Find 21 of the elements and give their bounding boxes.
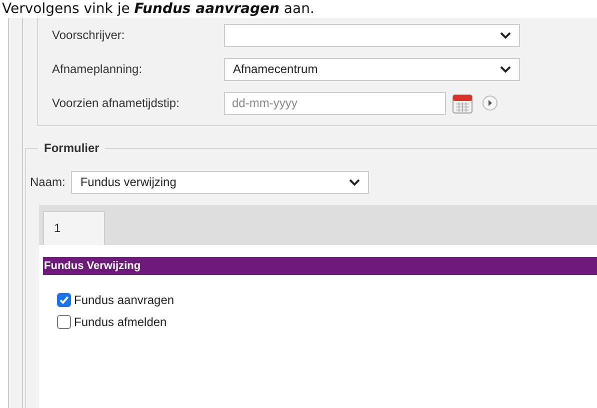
select-field[interactable]: Afnamecentrum <box>224 58 520 80</box>
select-field[interactable]: Fundus verwijzing <box>71 170 370 194</box>
checkbox-label: Fundus aanvragen <box>74 293 174 307</box>
field-label: Voorzien afnametijdstip: <box>52 96 180 110</box>
date-field[interactable]: dd-mm-yyyy <box>224 92 446 114</box>
select-field[interactable] <box>224 24 520 46</box>
checkbox-label: Fundus afmelden <box>74 315 167 329</box>
chevron-down-icon <box>500 66 511 72</box>
field-label: Afnameplanning: <box>52 62 144 76</box>
chevron-down-icon <box>349 178 360 186</box>
field-label: Voorschrijver: <box>52 28 126 42</box>
chevron-down-icon <box>500 32 511 38</box>
fieldset-legend: Formulier <box>38 141 106 155</box>
play-circle-icon[interactable] <box>482 95 498 111</box>
field-label: Naam: <box>30 175 66 189</box>
calendar-icon[interactable] <box>452 92 473 114</box>
checkbox[interactable] <box>57 315 71 329</box>
tab[interactable]: 1 <box>43 211 105 245</box>
section-header: Fundus Verwijzing <box>43 257 597 275</box>
checkbox[interactable] <box>57 293 71 307</box>
caption-text: Vervolgens vink je Fundus aanvragen aan. <box>1 0 316 18</box>
